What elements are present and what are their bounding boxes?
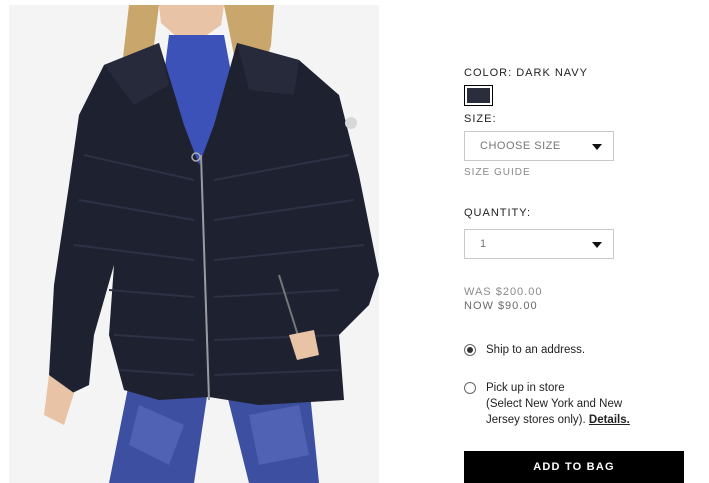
color-label: COLOR: DARK NAVY (464, 67, 588, 79)
price-was: WAS $200.00 (464, 286, 543, 298)
chevron-down-icon (592, 144, 602, 150)
color-swatch-dark-navy[interactable] (464, 85, 493, 106)
product-photo-illustration (9, 5, 379, 483)
pickup-line-3: Jersey stores only). Details. (486, 412, 630, 428)
add-to-bag-button[interactable]: ADD TO BAG (464, 451, 684, 483)
product-photo[interactable] (9, 5, 379, 483)
product-options-panel: COLOR: DARK NAVY SIZE: CHOOSE SIZE SIZE … (464, 0, 704, 483)
quantity-select[interactable]: 1 (464, 229, 614, 259)
ship-option-label: Ship to an address. (486, 344, 586, 356)
chevron-down-icon (592, 242, 602, 248)
size-select-value: CHOOSE SIZE (480, 140, 561, 152)
pickup-option-label: Pick up in store (Select New York and Ne… (486, 380, 630, 428)
quantity-select-value: 1 (480, 238, 487, 250)
size-select[interactable]: CHOOSE SIZE (464, 131, 614, 161)
swatch-fill (467, 88, 490, 103)
size-label: SIZE: (464, 113, 497, 125)
ship-radio[interactable] (464, 344, 476, 356)
pickup-line-2: (Select New York and New (486, 398, 623, 410)
price-now: NOW $90.00 (464, 300, 538, 312)
size-guide-link[interactable]: SIZE GUIDE (464, 167, 531, 178)
quantity-label: QUANTITY: (464, 207, 532, 219)
details-link[interactable]: Details. (589, 414, 630, 426)
pickup-line-1: Pick up in store (486, 382, 565, 394)
pickup-radio[interactable] (464, 382, 476, 394)
pickup-line-3-text: Jersey stores only). (486, 414, 586, 426)
